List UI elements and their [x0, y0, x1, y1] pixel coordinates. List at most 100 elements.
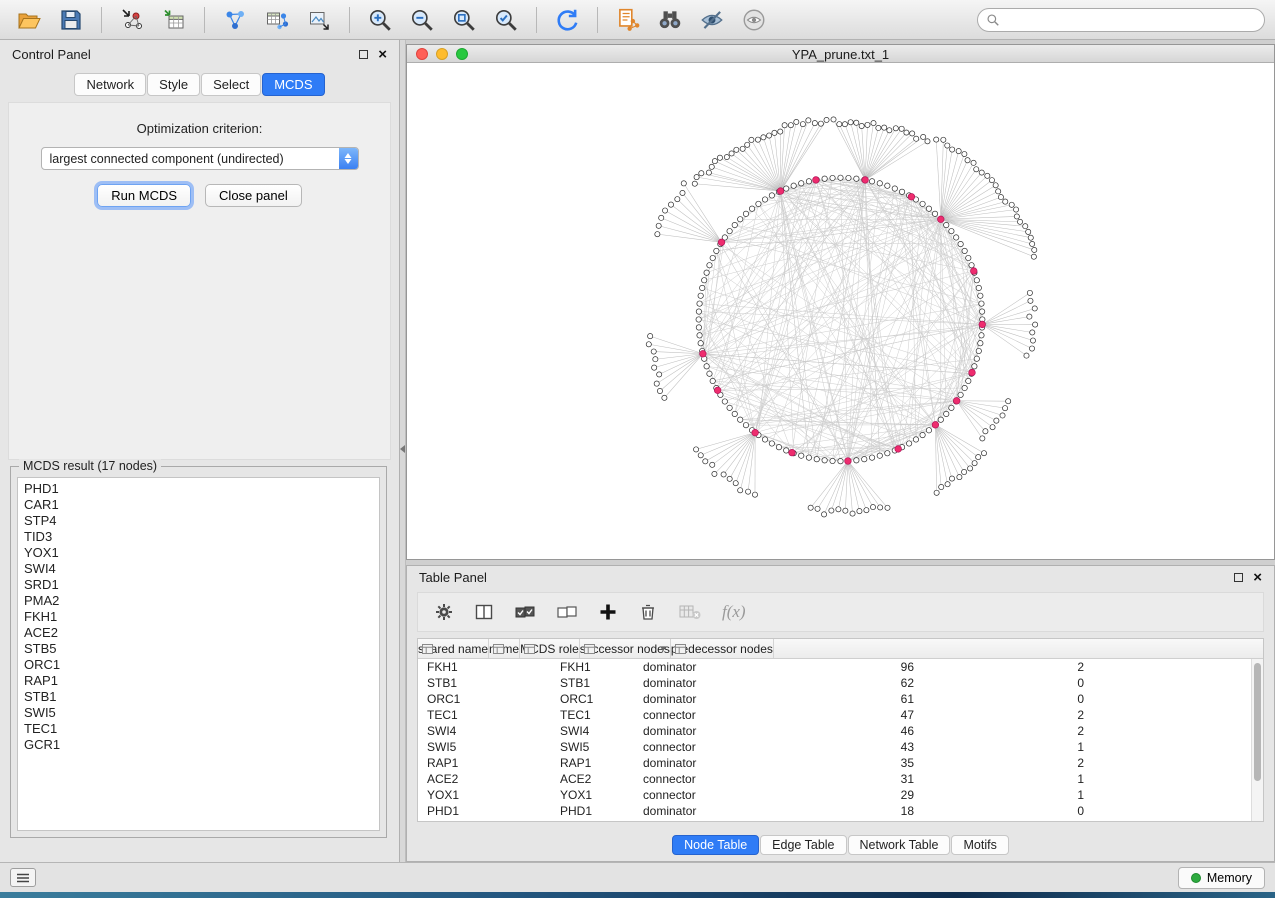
control-panel-tab[interactable]: Select: [201, 73, 261, 96]
deselect-all-button[interactable]: [556, 602, 578, 622]
table-settings-button[interactable]: [434, 602, 454, 622]
cell-mcds-role[interactable]: dominator: [634, 660, 782, 674]
float-table-panel-icon[interactable]: [1234, 573, 1243, 582]
show-columns-button[interactable]: [474, 602, 494, 622]
float-panel-icon[interactable]: [359, 50, 368, 59]
cell-shared-name[interactable]: SWI5: [418, 740, 551, 754]
cell-shared-name[interactable]: ORC1: [418, 692, 551, 706]
show-graphics-button[interactable]: [735, 4, 773, 36]
cell-mcds-role[interactable]: dominator: [634, 692, 782, 706]
close-table-panel-icon[interactable]: ×: [1253, 570, 1262, 585]
cell-successor-nodes[interactable]: 61: [782, 692, 930, 706]
table-row[interactable]: SWI5 SWI5 connector 43 1: [418, 739, 1263, 755]
mcds-result-item[interactable]: SWI4: [18, 561, 379, 577]
import-table-button[interactable]: [155, 4, 193, 36]
mcds-result-item[interactable]: STB1: [18, 689, 379, 705]
control-panel-tab[interactable]: MCDS: [262, 73, 324, 96]
table-panel-tab[interactable]: Motifs: [951, 835, 1008, 855]
refresh-view-button[interactable]: [548, 4, 586, 36]
table-panel-tab[interactable]: Network Table: [848, 835, 951, 855]
cell-mcds-role[interactable]: dominator: [634, 756, 782, 770]
cell-predecessor-nodes[interactable]: 1: [930, 788, 1100, 802]
table-column-header[interactable]: MCDS role ▾: [520, 639, 580, 658]
cell-mcds-role[interactable]: connector: [634, 772, 782, 786]
mcds-result-list[interactable]: PHD1CAR1STP4TID3YOX1SWI4SRD1PMA2FKH1ACE2…: [17, 477, 380, 831]
cell-predecessor-nodes[interactable]: 2: [930, 724, 1100, 738]
cell-shared-name[interactable]: YOX1: [418, 788, 551, 802]
cell-shared-name[interactable]: TEC1: [418, 708, 551, 722]
table-row[interactable]: SWI4 SWI4 dominator 46 2: [418, 723, 1263, 739]
find-button[interactable]: [651, 4, 689, 36]
table-panel-tab[interactable]: Edge Table: [760, 835, 846, 855]
mcds-result-item[interactable]: ORC1: [18, 657, 379, 673]
criterion-select[interactable]: largest connected component (undirected): [41, 147, 359, 170]
table-column-header[interactable]: predecessor nodes ▾: [671, 639, 774, 658]
memory-button[interactable]: Memory: [1178, 867, 1265, 889]
cell-mcds-role[interactable]: connector: [634, 740, 782, 754]
cell-successor-nodes[interactable]: 35: [782, 756, 930, 770]
cell-mcds-role[interactable]: connector: [634, 708, 782, 722]
mcds-result-item[interactable]: TID3: [18, 529, 379, 545]
cell-predecessor-nodes[interactable]: 1: [930, 772, 1100, 786]
mcds-result-item[interactable]: SRD1: [18, 577, 379, 593]
cell-name[interactable]: STB1: [551, 676, 634, 690]
cell-shared-name[interactable]: FKH1: [418, 660, 551, 674]
mcds-result-item[interactable]: FKH1: [18, 609, 379, 625]
cell-successor-nodes[interactable]: 62: [782, 676, 930, 690]
table-row[interactable]: ORC1 ORC1 dominator 61 0: [418, 691, 1263, 707]
search-input[interactable]: [1005, 11, 1264, 29]
cell-predecessor-nodes[interactable]: 1: [930, 740, 1100, 754]
control-panel-tab[interactable]: Style: [147, 73, 200, 96]
table-row[interactable]: FKH1 FKH1 dominator 96 2: [418, 659, 1263, 675]
mcds-result-item[interactable]: PMA2: [18, 593, 379, 609]
cell-name[interactable]: FKH1: [551, 660, 634, 674]
cell-shared-name[interactable]: PHD1: [418, 804, 551, 818]
status-menu-button[interactable]: [10, 868, 36, 887]
cell-successor-nodes[interactable]: 96: [782, 660, 930, 674]
cell-name[interactable]: TEC1: [551, 708, 634, 722]
open-file-button[interactable]: [10, 4, 48, 36]
cell-successor-nodes[interactable]: 43: [782, 740, 930, 754]
hide-graphics-button[interactable]: [693, 4, 731, 36]
delete-column-button[interactable]: [638, 602, 658, 622]
cell-mcds-role[interactable]: dominator: [634, 804, 782, 818]
cell-mcds-role[interactable]: connector: [634, 788, 782, 802]
cell-name[interactable]: PHD1: [551, 804, 634, 818]
select-all-button[interactable]: [514, 602, 536, 622]
cell-name[interactable]: ORC1: [551, 692, 634, 706]
cell-shared-name[interactable]: ACE2: [418, 772, 551, 786]
cell-predecessor-nodes[interactable]: 0: [930, 804, 1100, 818]
table-row[interactable]: TEC1 TEC1 connector 47 2: [418, 707, 1263, 723]
cell-mcds-role[interactable]: dominator: [634, 676, 782, 690]
table-scrollbar[interactable]: [1251, 659, 1263, 821]
cell-successor-nodes[interactable]: 46: [782, 724, 930, 738]
run-mcds-button[interactable]: Run MCDS: [97, 184, 191, 207]
cell-successor-nodes[interactable]: 29: [782, 788, 930, 802]
cell-predecessor-nodes[interactable]: 2: [930, 756, 1100, 770]
mcds-result-item[interactable]: CAR1: [18, 497, 379, 513]
cell-name[interactable]: RAP1: [551, 756, 634, 770]
control-panel-tab[interactable]: Network: [74, 73, 146, 96]
close-panel-button[interactable]: Close panel: [205, 184, 302, 207]
mcds-result-item[interactable]: RAP1: [18, 673, 379, 689]
table-column-header[interactable]: name ▾: [489, 639, 520, 658]
mcds-result-item[interactable]: PHD1: [18, 481, 379, 497]
cell-predecessor-nodes[interactable]: 0: [930, 676, 1100, 690]
delete-table-button[interactable]: [678, 602, 702, 622]
cell-name[interactable]: ACE2: [551, 772, 634, 786]
import-network-button[interactable]: [113, 4, 151, 36]
table-row[interactable]: RAP1 RAP1 dominator 35 2: [418, 755, 1263, 771]
zoom-selected-button[interactable]: [487, 4, 525, 36]
splitter-grip-icon[interactable]: [400, 445, 405, 453]
cell-name[interactable]: SWI4: [551, 724, 634, 738]
cell-shared-name[interactable]: RAP1: [418, 756, 551, 770]
mcds-result-item[interactable]: YOX1: [18, 545, 379, 561]
share-document-button[interactable]: [609, 4, 647, 36]
scrollbar-thumb[interactable]: [1254, 663, 1261, 781]
table-row[interactable]: STB1 STB1 dominator 62 0: [418, 675, 1263, 691]
mcds-result-item[interactable]: ACE2: [18, 625, 379, 641]
cell-predecessor-nodes[interactable]: 0: [930, 692, 1100, 706]
export-image-button[interactable]: [300, 4, 338, 36]
cell-shared-name[interactable]: STB1: [418, 676, 551, 690]
zoom-in-button[interactable]: [361, 4, 399, 36]
